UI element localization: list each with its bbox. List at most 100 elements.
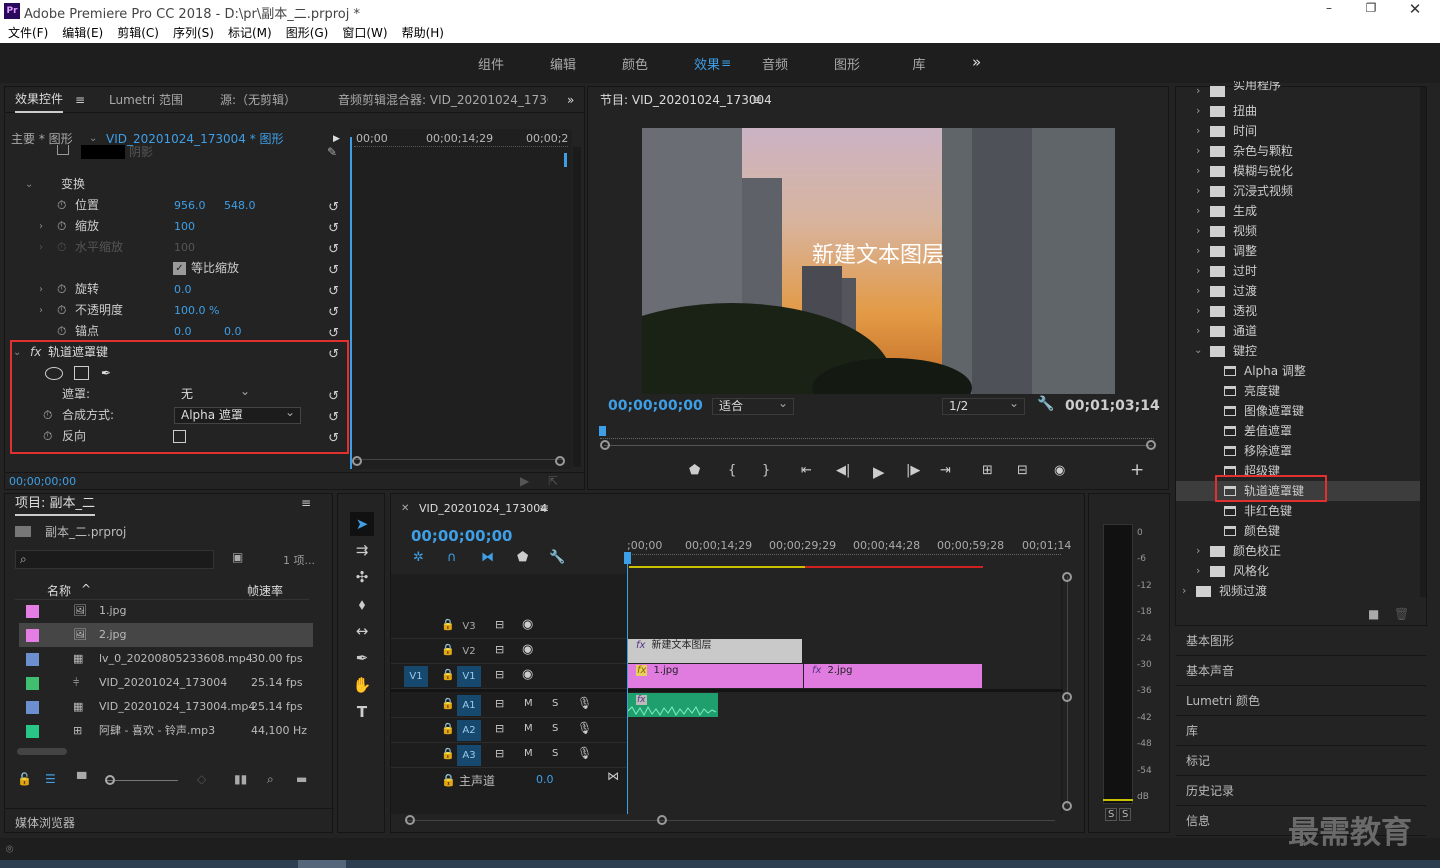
project-item[interactable]: ⫩ VID_20201024_173004 25.14 fps xyxy=(19,671,313,695)
lock-icon[interactable]: 🔒 xyxy=(441,618,455,631)
project-item[interactable]: 🖼 1.jpg xyxy=(19,599,313,623)
automate-to-sequence-icon[interactable]: ▮▮ xyxy=(234,772,247,786)
track-target[interactable]: V1 xyxy=(457,666,481,687)
workspace-tab[interactable]: 编辑 xyxy=(527,54,599,73)
expand-chevron-icon[interactable]: › xyxy=(39,216,43,237)
sort-ascending-icon[interactable]: ^ xyxy=(81,582,91,596)
sync-lock-icon[interactable]: ⊟ xyxy=(495,643,504,656)
new-bin-icon[interactable]: ▬ xyxy=(296,772,307,786)
program-monitor-title[interactable]: 节目: VID_20201024_173004 xyxy=(600,87,772,113)
eye-icon[interactable]: ◉ xyxy=(522,667,533,682)
lock-icon[interactable]: 🔒 xyxy=(441,643,455,656)
lock-icon[interactable]: 🔒 xyxy=(441,747,455,760)
position-y-value[interactable]: 548.0 xyxy=(224,195,256,216)
effect-tree-item[interactable]: › 杂色与颗粒 xyxy=(1176,141,1426,161)
scroll-handle[interactable] xyxy=(600,440,610,450)
workspace-tab[interactable]: 库 xyxy=(883,54,955,73)
solo-button[interactable]: S xyxy=(552,698,558,709)
expand-chevron-icon[interactable]: › xyxy=(1196,161,1200,181)
collapse-chevron-icon[interactable]: ⌄ xyxy=(13,342,21,363)
project-item[interactable]: 🖼 2.jpg xyxy=(19,623,313,647)
position-x-value[interactable]: 956.0 xyxy=(174,195,206,216)
expand-chevron-icon[interactable]: › xyxy=(39,237,43,258)
opacity-value[interactable]: 100.0 % xyxy=(174,300,219,321)
export-icon[interactable]: ⇱ xyxy=(548,474,558,488)
menu-item[interactable]: 图形(G) xyxy=(286,24,329,41)
stopwatch-icon[interactable]: ⏱ xyxy=(57,195,66,216)
reset-icon[interactable]: ↺ xyxy=(328,197,339,218)
expand-chevron-icon[interactable]: › xyxy=(1196,81,1200,101)
effect-tree-item[interactable]: › 通道 xyxy=(1176,321,1426,341)
go-to-in-icon[interactable]: ⇤ xyxy=(801,463,812,478)
workspace-tab[interactable]: 组件 xyxy=(455,54,527,73)
microphone-icon[interactable]: 🎙 xyxy=(577,746,592,760)
workspace-tab[interactable]: 图形 xyxy=(811,54,883,73)
checkbox-shadow[interactable] xyxy=(57,145,69,155)
tab-lumetri-scopes[interactable]: Lumetri 范围 xyxy=(109,87,183,113)
linked-selection-icon[interactable]: ⧓ xyxy=(481,550,494,565)
scroll-handle[interactable] xyxy=(1062,692,1072,702)
reset-icon[interactable]: ↺ xyxy=(328,239,339,260)
reset-icon[interactable]: ↺ xyxy=(328,281,339,302)
pen-mask-icon[interactable]: ✒ xyxy=(101,363,111,384)
reset-icon[interactable]: ↺ xyxy=(328,386,339,407)
effect-tree-item[interactable]: › 过时 xyxy=(1176,261,1426,281)
source-patch-v1[interactable]: V1 xyxy=(404,666,428,687)
effect-tree-item[interactable]: › 模糊与锐化 xyxy=(1176,161,1426,181)
timeline-settings-icon[interactable]: 🔧 xyxy=(549,550,565,565)
project-item[interactable]: ▦ lv_0_20200805233608.mp4 30.00 fps xyxy=(19,647,313,671)
list-view-icon[interactable]: ☰ xyxy=(45,772,56,786)
resolution-select[interactable]: 1/2 xyxy=(942,396,1025,415)
effect-tree-item[interactable]: › 生成 xyxy=(1176,201,1426,221)
audio-clip[interactable]: fx xyxy=(628,693,718,717)
scroll-handle[interactable] xyxy=(555,456,565,466)
step-forward-icon[interactable]: |▶ xyxy=(906,463,920,478)
lift-icon[interactable]: ⊞ xyxy=(982,463,993,478)
type-tool-icon[interactable]: T xyxy=(350,700,374,724)
horizontal-zoom-bar[interactable] xyxy=(405,820,1055,821)
slip-tool-icon[interactable]: ↔ xyxy=(350,619,374,643)
zoom-slider-handle[interactable] xyxy=(105,775,115,785)
collapse-chevron-icon[interactable]: ⌄ xyxy=(25,174,33,195)
collapse-chevron-icon[interactable]: ⌄ xyxy=(1194,341,1202,361)
workspace-tab[interactable]: 效果 xyxy=(671,54,743,73)
expand-chevron-icon[interactable]: › xyxy=(1196,281,1200,301)
close-sequence-icon[interactable]: ✕ xyxy=(401,503,409,514)
scrollbar[interactable] xyxy=(573,147,581,467)
tab-audio-clip-mixer[interactable]: 音频剪辑混合器: VID_20201024_173004 xyxy=(338,87,548,113)
expand-chevron-icon[interactable]: › xyxy=(1196,541,1200,561)
program-timecode[interactable]: 00;00;00;00 xyxy=(608,398,703,414)
collapsed-panel-tab[interactable]: 标记 xyxy=(1176,747,1426,776)
scroll-handle[interactable] xyxy=(1146,440,1156,450)
effect-tree-item[interactable]: 非红色键 xyxy=(1176,501,1426,521)
master-volume[interactable]: 0.0 xyxy=(536,773,554,786)
scroll-handle[interactable] xyxy=(657,815,667,825)
minimize-icon[interactable]: – xyxy=(1318,1,1340,15)
collapsed-panel-tab[interactable]: 库 xyxy=(1176,717,1426,746)
track-target[interactable]: V3 xyxy=(457,616,481,637)
expand-chevron-icon[interactable]: › xyxy=(1196,141,1200,161)
reset-icon[interactable]: ↺ xyxy=(328,407,339,428)
label-color-swatch[interactable] xyxy=(26,701,39,714)
menu-item[interactable]: 标记(M) xyxy=(228,24,272,41)
scroll-handle[interactable] xyxy=(1062,801,1072,811)
lock-icon[interactable]: 🔓 xyxy=(17,772,32,786)
workspace-tab[interactable]: 颜色 xyxy=(599,54,671,73)
menu-item[interactable]: 剪辑(C) xyxy=(117,24,159,41)
column-header-name[interactable]: 名称 xyxy=(47,582,71,599)
effect-tree-item[interactable]: ⌄ 键控 xyxy=(1176,341,1426,361)
expand-chevron-icon[interactable]: › xyxy=(39,300,43,321)
expand-chevron-icon[interactable]: › xyxy=(39,279,43,300)
workspace-menu-icon[interactable]: ≡ xyxy=(721,56,731,70)
label-color-swatch[interactable] xyxy=(26,725,39,738)
new-search-bin-icon[interactable]: ▣ xyxy=(232,550,243,564)
pen-tool-icon[interactable]: ✒ xyxy=(350,646,374,670)
collapsed-panel-tab[interactable]: 基本图形 xyxy=(1176,627,1426,656)
close-icon[interactable]: ✕ xyxy=(1404,0,1426,18)
expand-chevron-icon[interactable]: › xyxy=(1196,201,1200,221)
collapsed-panel-tab[interactable]: 基本声音 xyxy=(1176,657,1426,686)
stopwatch-icon[interactable]: ⏱ xyxy=(43,405,52,426)
effect-tree-item[interactable]: › 实用程序 xyxy=(1176,81,1426,101)
go-to-end-icon[interactable]: ⋈ xyxy=(607,769,619,783)
image-clip-2[interactable]: fx 2.jpg xyxy=(804,664,982,688)
